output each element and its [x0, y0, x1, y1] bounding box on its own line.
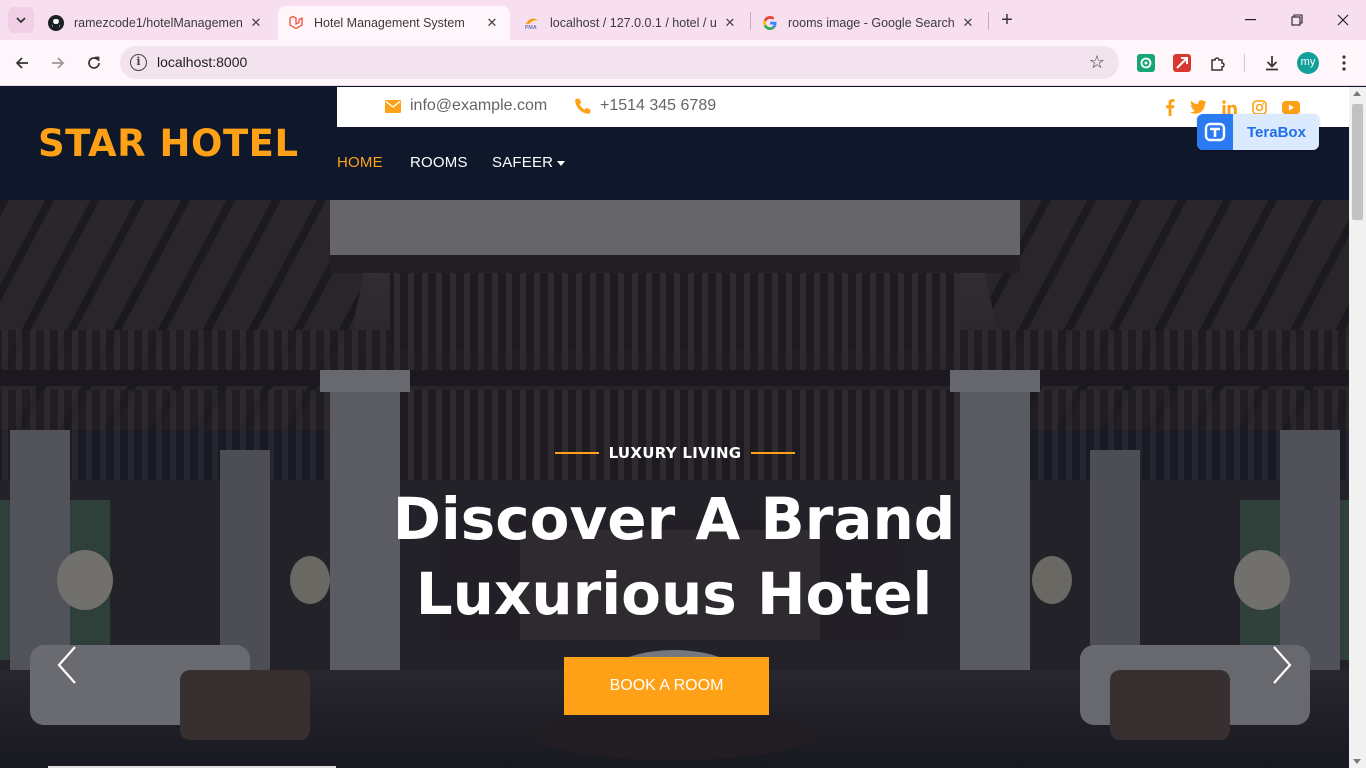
tab-search-button[interactable] — [8, 7, 34, 33]
scrollbar-thumb[interactable] — [1352, 104, 1363, 220]
reload-button[interactable] — [80, 49, 108, 77]
browser-menu-button[interactable] — [1333, 52, 1355, 74]
hero-kicker-text: LUXURY LIVING — [608, 444, 742, 462]
back-button[interactable] — [8, 49, 36, 77]
contact-phone-text: +1514 345 6789 — [600, 97, 717, 114]
bookmark-star-icon[interactable]: ☆ — [1089, 52, 1105, 73]
kebab-menu-icon — [1342, 55, 1346, 71]
envelope-icon — [385, 99, 401, 113]
tab-title: localhost / 127.0.0.1 / hotel / us — [550, 16, 716, 30]
nav-home[interactable]: HOME — [337, 154, 383, 171]
close-icon — [1337, 14, 1349, 26]
extension-pdf-icon[interactable] — [1171, 52, 1193, 74]
profile-initials: my — [1297, 52, 1319, 74]
tab-title: Hotel Management System — [314, 16, 465, 30]
phpmyadmin-icon: PMA — [524, 15, 540, 31]
tab-google-search[interactable]: rooms image - Google Search ✕ — [752, 6, 986, 40]
tab-hotel-management[interactable]: Hotel Management System ✕ — [278, 6, 510, 40]
page-scrollbar[interactable] — [1349, 87, 1366, 768]
carousel-next-button[interactable] — [1266, 645, 1296, 685]
restore-button[interactable] — [1274, 0, 1320, 40]
address-text[interactable]: localhost:8000 — [157, 54, 247, 70]
brand-logo[interactable]: STAR HOTEL — [0, 87, 337, 200]
contact-phone[interactable]: +1514 345 6789 — [575, 97, 716, 115]
contact-email[interactable]: info@example.com — [385, 97, 547, 115]
tab-separator — [750, 12, 751, 30]
tab-phpmyadmin[interactable]: PMA localhost / 127.0.0.1 / hotel / us ✕ — [514, 6, 748, 40]
profile-avatar[interactable]: my — [1297, 52, 1319, 74]
minimize-icon — [1245, 19, 1256, 21]
browser-tab-strip: ramezcode1/hotelManagement ✕ Hotel Manag… — [0, 0, 1366, 40]
chevron-left-icon — [57, 646, 76, 684]
hero-headline: Discover A Brand Luxurious Hotel — [274, 482, 1074, 632]
chevron-down-icon — [16, 16, 26, 23]
close-icon[interactable]: ✕ — [722, 15, 738, 31]
book-a-room-button[interactable]: BOOK A ROOM — [564, 657, 769, 715]
site-header: STAR HOTEL info@example.com +1514 345 67… — [0, 87, 1349, 200]
caret-down-icon — [557, 160, 566, 166]
downloads-icon[interactable] — [1261, 52, 1283, 74]
forward-button[interactable] — [44, 49, 72, 77]
hero-kicker: LUXURY LIVING — [555, 443, 795, 463]
terabox-logo-icon — [1197, 114, 1233, 150]
site-info-icon[interactable]: i — [130, 54, 147, 71]
facebook-icon[interactable] — [1161, 98, 1179, 116]
terabox-label: TeraBox — [1247, 123, 1306, 141]
close-icon[interactable]: ✕ — [484, 15, 500, 31]
phone-icon — [575, 98, 591, 114]
reload-icon — [88, 56, 100, 69]
tab-separator — [988, 12, 989, 30]
svg-text:PMA: PMA — [525, 25, 537, 31]
terabox-extension-widget[interactable]: TeraBox — [1197, 114, 1319, 150]
kicker-line-right — [751, 452, 795, 454]
extensions-puzzle-icon[interactable] — [1207, 52, 1229, 74]
nav-rooms[interactable]: ROOMS — [410, 154, 468, 171]
arrow-right-icon — [52, 57, 65, 69]
close-icon[interactable]: ✕ — [960, 15, 976, 31]
scroll-up-arrow-icon[interactable] — [1353, 91, 1361, 96]
hero-headline-line1: Discover A Brand — [392, 485, 956, 553]
google-icon — [762, 15, 778, 31]
close-window-button[interactable] — [1320, 0, 1366, 40]
contact-email-text: info@example.com — [410, 97, 548, 114]
kicker-line-left — [555, 452, 599, 454]
minimize-button[interactable] — [1228, 0, 1274, 40]
restore-icon — [1291, 14, 1303, 26]
tab-title: rooms image - Google Search — [788, 16, 954, 30]
extension-grammar-icon[interactable] — [1135, 52, 1157, 74]
close-icon[interactable]: ✕ — [248, 15, 264, 31]
laravel-icon — [288, 15, 304, 31]
scroll-down-arrow-icon[interactable] — [1353, 759, 1361, 764]
carousel-prev-button[interactable] — [53, 645, 83, 685]
nav-safeer-dropdown[interactable]: SAFEER — [492, 154, 566, 171]
arrow-left-icon — [15, 57, 28, 69]
nav-safeer-label: SAFEER — [492, 154, 554, 171]
browser-toolbar: i localhost:8000 ☆ my — [0, 40, 1366, 86]
web-page: STAR HOTEL info@example.com +1514 345 67… — [0, 87, 1349, 768]
new-tab-button[interactable]: + — [996, 9, 1018, 31]
chevron-right-icon — [1273, 646, 1292, 684]
tab-github[interactable]: ramezcode1/hotelManagement ✕ — [38, 6, 274, 40]
github-icon — [48, 15, 64, 31]
hero-headline-line2: Luxurious Hotel — [415, 560, 933, 628]
address-bar[interactable]: i localhost:8000 ☆ — [120, 46, 1119, 79]
toolbar-separator — [1244, 54, 1245, 72]
tab-title: ramezcode1/hotelManagement — [74, 16, 242, 30]
